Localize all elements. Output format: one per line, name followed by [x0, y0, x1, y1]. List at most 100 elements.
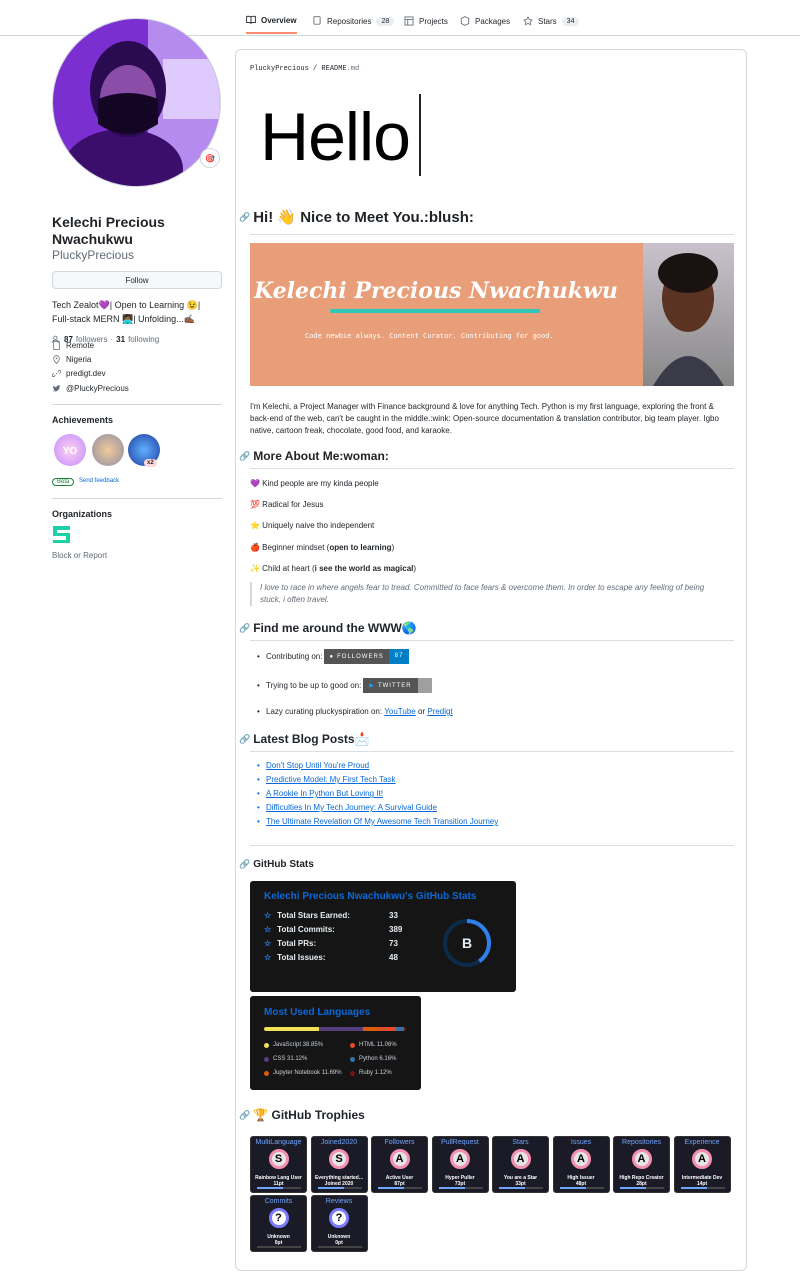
building-icon: [53, 341, 60, 350]
list-item: 💯 Radical for Jesus: [250, 500, 324, 509]
language-item: Ruby 1.12%: [350, 1070, 392, 1076]
predigt-link[interactable]: Predigt: [427, 707, 452, 716]
language-segment: [404, 1027, 406, 1031]
package-icon: [460, 16, 470, 26]
blog-post-link[interactable]: The Ultimate Revelation Of My Awesome Te…: [257, 817, 498, 826]
trophy-cup-icon: A: [631, 1149, 652, 1169]
list-item: 💜 Kind people are my kinda people: [250, 479, 379, 488]
trophy-card[interactable]: Followers A Active User 87pt: [371, 1136, 428, 1193]
typing-cursor: [419, 94, 421, 176]
languages-bar: [264, 1027, 406, 1031]
profile-bio: Tech Zealot💜| Open to Learning 😉| Full-s…: [52, 300, 201, 324]
language-dot: [350, 1056, 355, 1062]
profile-login: PluckyPrecious: [52, 248, 135, 262]
tab-projects[interactable]: Projects: [404, 8, 448, 34]
twitter-icon: [52, 385, 61, 392]
twitter-info[interactable]: @PluckyPrecious: [52, 384, 129, 393]
achievement-quickdraw-badge[interactable]: [92, 434, 124, 466]
stat-row-value: 73: [389, 939, 398, 948]
trophy-cup-icon: ?: [268, 1208, 289, 1228]
breadcrumb: PluckyPrecious / README.md: [250, 65, 360, 73]
stat-row-label: ☆ Total Issues:: [264, 953, 326, 962]
trophy-cup-icon: A: [389, 1149, 410, 1169]
blog-post-link[interactable]: A Rookie In Python But Loving It!: [257, 789, 383, 798]
heading-more: 🔗 More About Me:woman:: [239, 449, 389, 463]
language-segment: [264, 1027, 320, 1031]
github-icon: ●: [329, 653, 335, 660]
block-report-link[interactable]: Block or Report: [52, 551, 107, 560]
svg-text:YO: YO: [63, 446, 78, 457]
language-item: HTML 11.06%: [350, 1042, 397, 1048]
trophy-cup-icon: A: [692, 1149, 712, 1169]
work-info: Remote: [52, 341, 94, 350]
follow-button[interactable]: Follow: [52, 271, 222, 289]
following-count[interactable]: 31: [116, 335, 125, 344]
list-item: Lazy curating pluckyspiration on: YouTub…: [257, 707, 453, 716]
heading-stats: 🔗 GitHub Stats: [239, 859, 314, 870]
stat-row-value: 33: [389, 911, 398, 920]
top-languages-card: Most Used Languages JavaScript 38.85% HTM…: [250, 996, 421, 1090]
language-segment: [363, 1027, 380, 1031]
anchor-link-icon[interactable]: 🔗: [239, 734, 250, 745]
anchor-link-icon[interactable]: 🔗: [239, 859, 250, 870]
typing-hello: Hello: [260, 99, 411, 175]
achievements-title: Achievements: [52, 415, 114, 425]
trophy-card[interactable]: PullRequest A Hyper Puller 73pt: [431, 1136, 489, 1193]
language-item: CSS 31.12%: [264, 1056, 307, 1062]
send-feedback-link[interactable]: Send feedback: [79, 478, 119, 484]
trophy-card[interactable]: Issues A High Issuer 48pt: [552, 1136, 610, 1193]
avatar[interactable]: [52, 18, 221, 187]
anchor-link-icon[interactable]: 🔗: [239, 451, 250, 462]
trophy-card[interactable]: MultiLanguage S Rainbow Lang User 11pt: [250, 1136, 307, 1193]
org-avatar[interactable]: [53, 526, 70, 545]
tab-packages[interactable]: Packages: [460, 8, 510, 34]
list-item: Contributing on: ●FOLLOWERS 87: [257, 649, 410, 664]
language-dot: [350, 1070, 355, 1076]
rank-grade: B: [462, 935, 472, 951]
stat-icon: ☆: [264, 911, 272, 920]
stat-row-label: ☆ Total PRs:: [264, 939, 317, 948]
anchor-link-icon[interactable]: 🔗: [239, 623, 250, 634]
tab-overview[interactable]: Overview: [246, 8, 297, 34]
stat-row-value: 389: [389, 925, 403, 934]
trophy-cup-icon: S: [268, 1149, 289, 1169]
anchor-link-icon[interactable]: 🔗: [239, 212, 250, 223]
github-stats-card: Kelechi Precious Nwachukwu's GitHub Stat…: [250, 881, 516, 992]
youtube-link[interactable]: YouTube: [384, 707, 415, 716]
book-icon: [246, 15, 256, 24]
tab-stars[interactable]: Stars 34: [523, 8, 580, 34]
organizations-title: Organizations: [52, 509, 113, 519]
location-icon: [53, 355, 60, 364]
anchor-link-icon[interactable]: 🔗: [239, 1110, 250, 1121]
trophy-card[interactable]: Stars A You are a Star 33pt: [492, 1136, 549, 1193]
stars-count: 34: [561, 16, 580, 26]
list-item: 🍎 Beginner mindset (open to learning): [250, 543, 395, 552]
trophy-cup-icon: ?: [329, 1208, 349, 1228]
star-icon: [523, 16, 533, 26]
tab-repositories[interactable]: Repositories 28: [312, 8, 395, 34]
heading-blog: 🔗 Latest Blog Posts📩: [239, 732, 370, 746]
quote: I love to race in where angels fear to t…: [250, 582, 720, 606]
website-info[interactable]: predigt.dev: [52, 369, 106, 378]
blog-post-link[interactable]: Predictive Model: My First Tech Task: [257, 775, 395, 784]
twitter-shield[interactable]: ▶ TWITTER: [363, 678, 432, 693]
heading-hi: 🔗 Hi! 👋 Nice to Meet You.:blush:: [239, 209, 474, 226]
status-emoji[interactable]: 🎯: [200, 148, 220, 168]
achievement-yolo-badge[interactable]: YO: [54, 434, 86, 466]
repo-count: 28: [376, 16, 395, 26]
trophy-cup-icon: A: [510, 1149, 531, 1169]
language-item: JavaScript 38.85%: [264, 1042, 323, 1048]
blog-post-link[interactable]: Difficulties In My Tech Journey: A Survi…: [257, 803, 437, 812]
trophy-card[interactable]: Experience A Intermediate Dev 14pt: [673, 1136, 731, 1193]
profile-sidebar: 🎯 Kelechi Precious Nwachukwu PluckyPreci…: [52, 18, 222, 560]
trophy-card[interactable]: Repositories A High Repo Creator 28pt: [613, 1136, 670, 1193]
language-dot: [350, 1042, 355, 1048]
github-followers-shield[interactable]: ● FOLLOWERS 87: [324, 649, 410, 664]
list-item: ✨ Child at heart (i see the world as mag…: [250, 564, 417, 573]
beta-label: Beta: [52, 478, 75, 486]
trophy-card[interactable]: Reviews? Unknown 0pt: [310, 1195, 368, 1252]
trophy-card[interactable]: Commits? Unknown 0pt: [250, 1195, 307, 1252]
link-icon: [52, 369, 61, 378]
blog-post-link[interactable]: Don't Stop Until You're Proud: [257, 761, 369, 770]
trophy-card[interactable]: Joined2020 S Everything started... Joined 2…: [310, 1136, 368, 1193]
